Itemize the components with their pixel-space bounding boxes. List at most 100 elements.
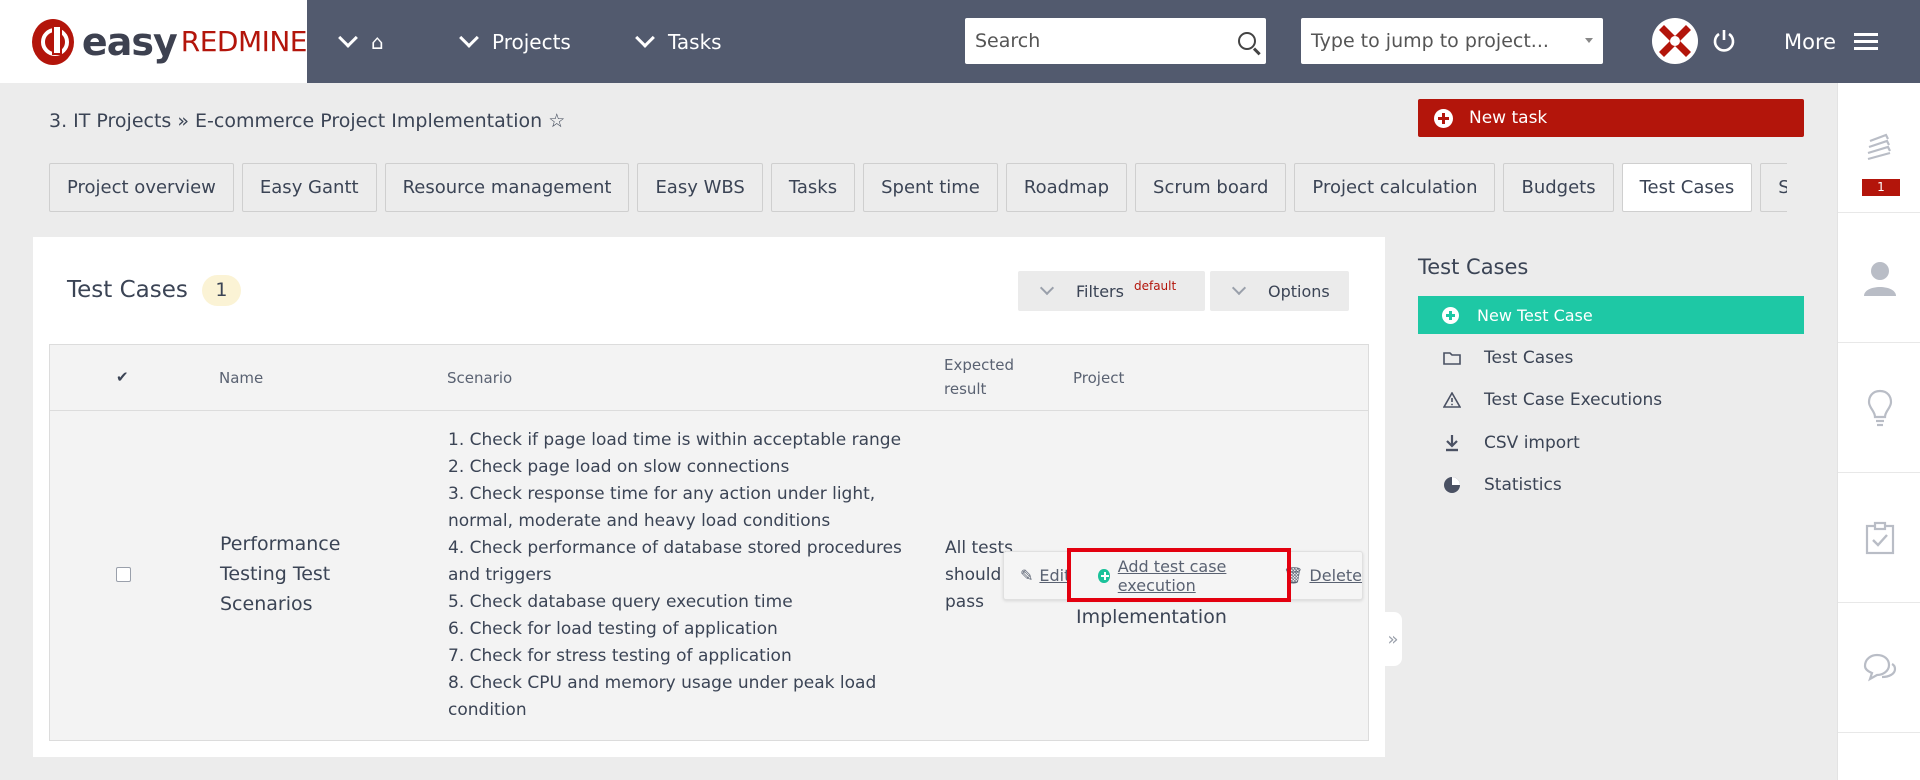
plus-circle-icon (1434, 108, 1453, 128)
tab-easy-gantt[interactable]: Easy Gantt (241, 163, 377, 212)
chevron-down-icon (1039, 280, 1055, 296)
jump-to-project-select[interactable]: Type to jump to project... (1301, 18, 1603, 64)
tab-scrum-board[interactable]: Scrum board (1135, 163, 1287, 212)
tasks-menu[interactable]: Tasks (635, 0, 722, 83)
tab-budgets[interactable]: Budgets (1503, 163, 1614, 212)
notification-badge: 1 (1862, 179, 1900, 196)
tab-project-overview[interactable]: Project overview (49, 163, 234, 212)
plus-circle-icon (1442, 306, 1459, 324)
tasks-menu-label: Tasks (668, 29, 722, 54)
folder-icon (1442, 351, 1462, 365)
filters-button[interactable]: Filters default (1018, 271, 1205, 311)
test-case-name-line: Scenarios (220, 593, 313, 615)
column-header-scenario[interactable]: Scenario (447, 366, 512, 390)
column-header-expected-result[interactable]: Expected result (944, 353, 1014, 401)
rail-checklist[interactable] (1838, 473, 1920, 603)
more-label: More (1784, 29, 1837, 54)
logo-text-redmine: REDMINE (180, 25, 308, 58)
sidebar-item-test-case-executions[interactable]: Test Case Executions (1418, 385, 1804, 415)
warning-icon (1442, 392, 1462, 408)
sidebar-item-csv-import[interactable]: CSV import (1418, 428, 1804, 458)
filters-label: Filters (1076, 281, 1124, 301)
main-panel: Test Cases 1 Filters default Options ✔ Na… (33, 237, 1385, 757)
tab-resource-management[interactable]: Resource management (384, 163, 630, 212)
expected-header-line: result (944, 380, 987, 398)
search-icon[interactable] (1238, 32, 1256, 50)
more-menu[interactable]: More (1784, 0, 1879, 83)
tab-easy-wbs[interactable]: Easy WBS (637, 163, 763, 212)
tab-tasks[interactable]: Tasks (770, 163, 856, 212)
chevron-down-icon (1231, 280, 1247, 296)
scenario-line: 4. Check performance of database stored … (448, 538, 902, 558)
column-header-project[interactable]: Project (1073, 366, 1124, 390)
home-menu[interactable]: ⌂ (338, 0, 384, 83)
search-input[interactable] (975, 30, 1238, 52)
projects-menu[interactable]: Projects (459, 0, 571, 83)
download-icon (1442, 434, 1462, 452)
tab-roadmap[interactable]: Roadmap (1005, 163, 1128, 212)
activity-stack-icon (1867, 133, 1891, 160)
caret-down-icon (1585, 38, 1593, 43)
rail-user[interactable] (1838, 213, 1920, 343)
rail-chat[interactable] (1838, 603, 1920, 733)
project-tabs: Project overview Easy Gantt Resource manag… (49, 163, 1787, 212)
new-task-button[interactable]: New task (1418, 99, 1804, 137)
new-test-case-button[interactable]: New Test Case (1418, 296, 1804, 334)
row-checkbox[interactable] (116, 567, 131, 582)
user-avatar[interactable] (1652, 18, 1698, 64)
options-button[interactable]: Options (1210, 271, 1349, 311)
tab-setti[interactable]: Setti (1760, 163, 1787, 212)
scenario-line: normal, moderate and heavy load conditio… (448, 511, 831, 531)
sidebar-item-label: Test Case Executions (1484, 390, 1663, 410)
chevron-down-icon (338, 27, 358, 48)
logo-text-easy: easy (81, 19, 178, 64)
expected-header-line: Expected (944, 356, 1014, 374)
scenario-line: 6. Check for load testing of application (448, 619, 778, 639)
count-badge: 1 (201, 275, 241, 306)
filters-default-tag: default (1133, 279, 1177, 293)
sidebar-item-label: Statistics (1484, 475, 1562, 495)
rail-activity[interactable]: 1 (1838, 83, 1920, 213)
delete-link[interactable]: Delete (1309, 566, 1362, 585)
test-case-name-line: Testing Test (220, 563, 331, 585)
clipboard-check-icon (1865, 521, 1894, 554)
test-cases-table: ✔ Name Scenario Expected result Project P… (49, 344, 1369, 741)
sidebar-item-statistics[interactable]: Statistics (1418, 470, 1804, 500)
sidebar-item-test-cases[interactable]: Test Cases (1418, 343, 1804, 373)
scenario-line: 7. Check for stress testing of applicati… (448, 646, 792, 666)
tab-project-calculation[interactable]: Project calculation (1294, 163, 1496, 212)
chat-bubbles-icon (1863, 653, 1896, 681)
scenario-line: 8. Check CPU and memory usage under peak… (448, 673, 877, 693)
scenario-line: 5. Check database query execution time (448, 592, 793, 612)
options-label: Options (1268, 281, 1330, 301)
jump-to-project-placeholder: Type to jump to project... (1311, 30, 1549, 52)
logo-mark (32, 18, 74, 65)
sidebar-item-label: CSV import (1484, 433, 1580, 453)
scenario-line: and triggers (448, 565, 552, 585)
sidebar-title: Test Cases (1418, 255, 1529, 279)
favorite-star-icon[interactable]: ☆ (548, 110, 565, 132)
scenario-line: 3. Check response time for any action un… (448, 484, 876, 504)
column-header-name[interactable]: Name (219, 366, 263, 390)
table-header: ✔ Name Scenario Expected result Project (50, 345, 1368, 411)
lightbulb-icon (1867, 389, 1892, 426)
tab-test-cases[interactable]: Test Cases (1621, 163, 1753, 212)
breadcrumb-path[interactable]: 3. IT Projects » E-commerce Project Impl… (49, 110, 542, 132)
page-title: Test Cases 1 (67, 275, 241, 306)
highlight-box (1067, 548, 1291, 602)
tab-spent-time[interactable]: Spent time (863, 163, 998, 212)
logo[interactable]: easy REDMINE (0, 0, 308, 83)
edit-link[interactable]: Edit (1039, 566, 1070, 585)
right-rail: 1 (1837, 83, 1920, 780)
top-bar: easy REDMINE ⌂ Projects Tasks Type to ju… (0, 0, 1920, 83)
select-all-check-icon[interactable]: ✔ (116, 365, 129, 389)
home-icon: ⌂ (371, 29, 384, 54)
test-case-name-line: Performance (220, 533, 341, 555)
logout-icon[interactable] (1707, 22, 1741, 60)
collapse-sidebar-icon[interactable]: » (1384, 612, 1402, 666)
test-case-name-link[interactable]: Performance Testing Test Scenarios (220, 529, 340, 619)
rail-ideas[interactable] (1838, 343, 1920, 473)
user-icon (1863, 261, 1896, 296)
breadcrumb: 3. IT Projects » E-commerce Project Impl… (49, 110, 565, 132)
pencil-icon: ✎ (1020, 566, 1034, 585)
